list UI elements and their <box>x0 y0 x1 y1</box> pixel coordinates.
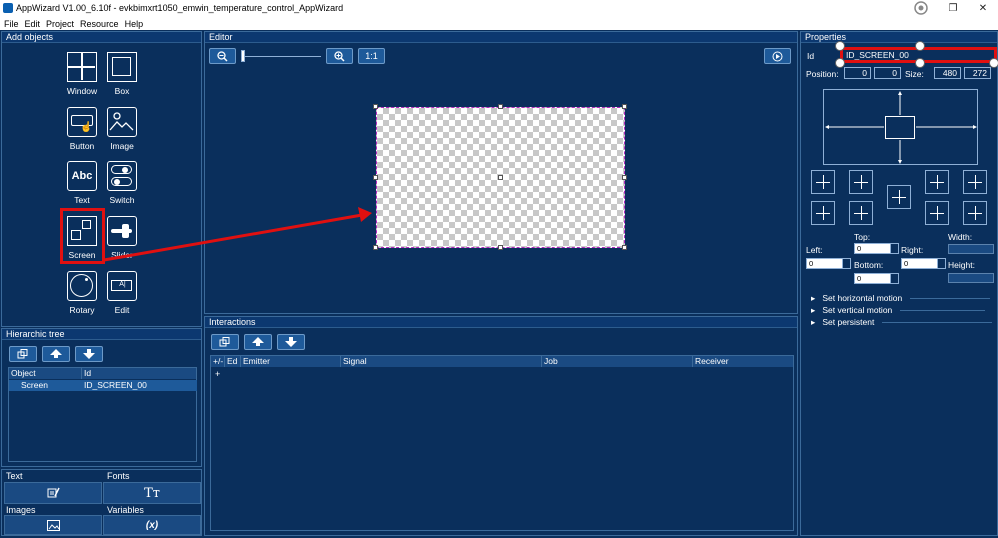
vertical-motion-label: Set vertical motion <box>822 305 893 315</box>
width-label: Width: <box>948 232 973 242</box>
interactions-header-emitter: Emitter <box>241 356 341 367</box>
align-button[interactable] <box>925 201 949 225</box>
size-width-input[interactable]: 480 <box>934 67 961 79</box>
interactions-table: +/- Ed Emitter Signal Job Receiver + <box>210 355 794 531</box>
top-spinner[interactable]: 0 <box>854 243 899 254</box>
spinner-arrows-icon <box>890 274 898 283</box>
align-button[interactable] <box>849 170 873 194</box>
interactions-copy-button[interactable] <box>211 334 239 350</box>
selection-handle <box>915 58 925 68</box>
horizontal-motion-label: Set horizontal motion <box>822 293 903 303</box>
persistent-expander[interactable]: ▸ Set persistent <box>811 317 993 328</box>
selection-handle <box>835 41 845 51</box>
interactions-header-ed: Ed <box>225 356 241 367</box>
right-value: 0 <box>904 259 909 268</box>
arrow-down-icon <box>285 337 297 347</box>
position-y-input[interactable]: 0 <box>874 67 901 79</box>
left-spinner[interactable]: 0 <box>806 258 851 269</box>
bottom-value: 0 <box>857 274 862 283</box>
interactions-move-up-button[interactable] <box>244 334 272 350</box>
id-label: Id <box>807 51 815 61</box>
width-anchor-input[interactable] <box>948 244 994 254</box>
interactions-header-signal: Signal <box>341 356 542 367</box>
left-label: Left: <box>806 245 823 255</box>
spinner-arrows-icon <box>842 259 850 268</box>
bottom-spinner[interactable]: 0 <box>854 273 899 284</box>
interactions-header-add: +/- <box>211 356 225 367</box>
align-button[interactable] <box>849 201 873 225</box>
height-label: Height: <box>948 260 975 270</box>
arrow-up-icon <box>252 337 264 346</box>
align-button[interactable] <box>963 170 987 194</box>
left-value: 0 <box>809 259 814 268</box>
horizontal-motion-expander[interactable]: ▸ Set horizontal motion <box>811 293 991 304</box>
properties-title: Properties <box>801 32 997 43</box>
anchor-arrows-icon <box>825 91 977 164</box>
position-x-input[interactable]: 0 <box>844 67 871 79</box>
position-label: Position: <box>806 69 839 79</box>
copy-icon <box>219 337 230 347</box>
interactions-title: Interactions <box>205 317 797 328</box>
align-button[interactable] <box>811 170 835 194</box>
spinner-arrows-icon <box>937 259 945 268</box>
anchor-diagram[interactable] <box>823 89 978 165</box>
interactions-panel: Interactions +/- Ed Emitter Signal Job R… <box>204 316 798 536</box>
align-button[interactable] <box>963 201 987 225</box>
properties-panel: Properties Id ID_SCREEN_00 Position: 0 0… <box>800 31 998 536</box>
height-anchor-input[interactable] <box>948 273 994 283</box>
top-value: 0 <box>857 244 862 253</box>
bottom-label: Bottom: <box>854 260 884 270</box>
right-spinner[interactable]: 0 <box>901 258 946 269</box>
size-label: Size: <box>905 69 924 79</box>
top-label: Top: <box>854 232 871 242</box>
align-center-button[interactable] <box>887 185 911 209</box>
interactions-move-down-button[interactable] <box>277 334 305 350</box>
align-button[interactable] <box>925 170 949 194</box>
add-interaction-button[interactable]: + <box>215 369 220 379</box>
selection-handle <box>915 41 925 51</box>
interactions-header-receiver: Receiver <box>693 356 794 367</box>
persistent-label: Set persistent <box>822 317 875 327</box>
interactions-header-job: Job <box>542 356 693 367</box>
vertical-motion-expander[interactable]: ▸ Set vertical motion <box>811 305 986 316</box>
align-button[interactable] <box>811 201 835 225</box>
spinner-arrows-icon <box>890 244 898 253</box>
right-label: Right: <box>901 245 924 255</box>
size-height-input[interactable]: 272 <box>964 67 991 79</box>
